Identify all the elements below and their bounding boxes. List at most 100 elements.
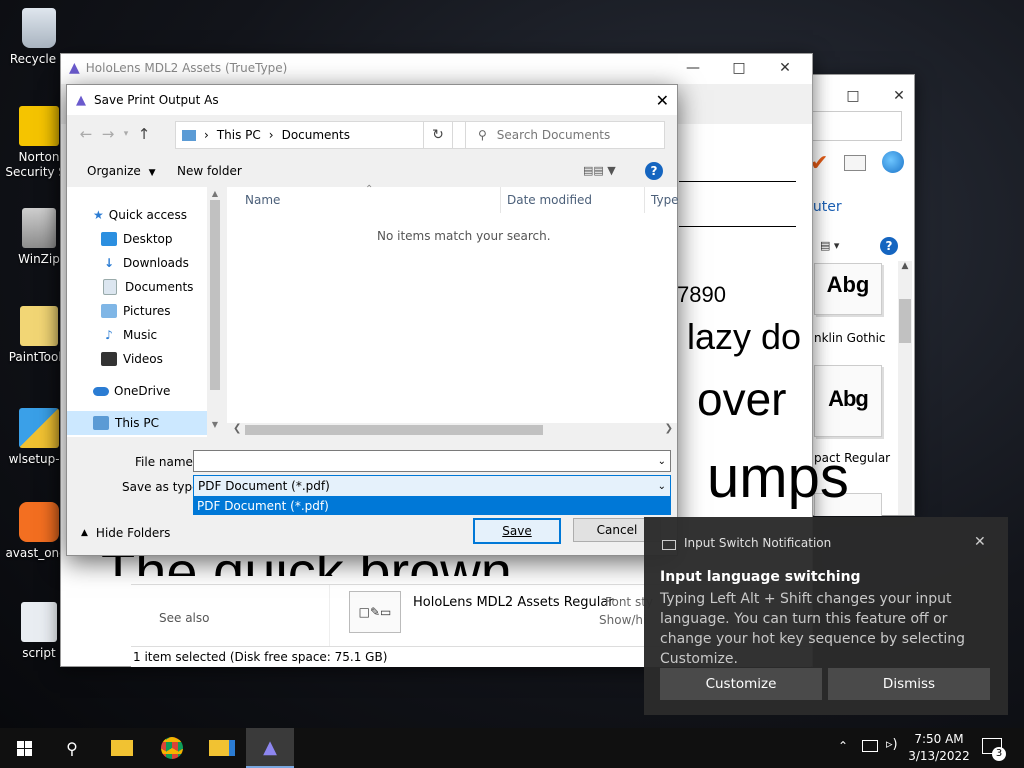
taskbar-onedrive-folder[interactable] [198,728,246,768]
chevron-up-icon: ▲ [81,528,88,538]
nav-music[interactable]: ♪ Music [67,323,223,347]
scroll-up-arrow[interactable]: ▲ [898,261,912,271]
maximize-button[interactable]: □ [716,54,762,82]
font-label: nklin Gothic [814,331,886,345]
file-explorer-icon [111,740,133,756]
taskbar-file-explorer[interactable] [98,728,146,768]
customize-label: Customize [705,676,777,692]
close-icon[interactable]: ✕ [974,534,986,550]
notification-toast: Input Switch Notification ✕ Input langua… [644,517,1008,715]
nav-pictures[interactable]: Pictures 📌 [67,299,223,323]
avast-icon [19,502,59,542]
search-input[interactable]: ⚲ Search Documents [465,121,665,149]
nav-videos[interactable]: Videos [67,347,223,371]
app-icon: ▲ [69,60,80,76]
breadcrumb-documents[interactable]: Documents [282,128,350,142]
column-header-type[interactable]: Type [651,193,679,207]
nav-label: Downloads [123,256,189,270]
scroll-down-arrow[interactable]: ▼ [207,420,223,429]
save-as-type-option[interactable]: PDF Document (*.pdf) [193,497,671,515]
close-button[interactable]: ✕ [656,91,669,110]
chevron-down-icon[interactable]: ⌄ [658,481,666,492]
minimize-button[interactable]: — [670,54,716,82]
new-folder-button[interactable]: New folder [177,164,242,178]
show-hidden-icons[interactable]: ⌃ [838,739,848,753]
search-button[interactable]: ⚲ [48,728,96,768]
view-icon[interactable]: ▤ ▾ [820,239,839,252]
scroll-up-arrow[interactable]: ▲ [207,189,223,198]
desktop-icon [101,232,117,246]
nav-label: This PC [115,416,159,430]
customize-button[interactable]: Customize [660,668,822,700]
fonts-search-box[interactable] [804,111,902,141]
font-tile[interactable]: Abg [814,365,882,437]
scroll-left-arrow[interactable]: ❮ [233,423,241,434]
nav-scrollbar[interactable]: ▲ ▼ [207,187,223,437]
organize-label: Organize [87,164,141,178]
this-pc-icon [93,416,109,430]
setup-shield-icon [19,408,59,448]
nav-quick-access[interactable]: ★ Quick access [67,203,223,227]
save-button[interactable]: Save [473,518,561,544]
taskbar-font-viewer[interactable]: ▲ [246,728,294,768]
dismiss-button[interactable]: Dismiss [828,668,990,700]
see-also-label: See also [159,611,210,625]
cloud-icon [93,386,109,396]
column-header-date-modified[interactable]: Date modified [507,193,592,207]
folder-cloud-icon [209,740,235,756]
dialog-title: Save Print Output As [94,93,219,107]
search-placeholder: Search Documents [496,128,611,142]
forward-arrow-icon[interactable]: → [97,125,119,143]
chevron-down-icon: ▼ [148,168,156,178]
back-arrow-icon[interactable]: ← [75,125,97,143]
column-header-name[interactable]: Name [245,193,280,207]
save-as-type-select[interactable]: PDF Document (*.pdf) ⌄ [193,475,671,497]
recent-chevron-icon[interactable]: ▾ [119,129,133,139]
app-icon: ▲ [76,92,86,108]
scrollbar-thumb[interactable] [899,299,911,343]
view-options-icon[interactable]: ▤▤ ▼ [583,164,616,177]
refresh-button[interactable]: ↻ [423,121,453,149]
scrollbar-thumb[interactable] [210,200,220,390]
scrollbar-thumb[interactable] [245,425,543,435]
clock[interactable]: 7:50 AM 3/13/2022 [904,731,974,765]
cancel-label: Cancel [596,523,638,537]
save-as-type-value: PDF Document (*.pdf) [198,479,330,493]
sort-arrow-icon: ⌃ [365,184,374,195]
maximize-button[interactable]: □ [830,81,876,111]
divider [679,226,796,227]
nav-this-pc[interactable]: This PC [67,411,207,435]
toast-title: Input language switching [660,569,861,585]
search-icon: ⚲ [66,738,78,758]
details-sep [329,585,330,647]
taskbar-chrome[interactable] [148,728,196,768]
nav-downloads[interactable]: ↓ Downloads 📌 [67,251,223,275]
window-title: HoloLens MDL2 Assets (TrueType) [85,61,288,75]
action-center-button[interactable]: 3 [982,738,1006,761]
horizontal-scrollbar[interactable]: ❮ ❯ [227,423,677,437]
start-button[interactable] [0,728,48,768]
nav-documents[interactable]: Documents 📌 [67,275,223,299]
up-arrow-icon[interactable]: ↑ [133,125,155,143]
help-icon[interactable]: ? [645,162,663,180]
font-tile[interactable]: Abg [814,263,882,315]
chevron-down-icon[interactable]: ⌄ [658,456,666,467]
close-button[interactable]: ✕ [876,81,922,111]
scrollbar[interactable]: ▲ [898,261,912,515]
sample-text: over [697,373,787,425]
star-icon: ★ [93,208,104,222]
option-label: PDF Document (*.pdf) [197,499,329,513]
file-name-input[interactable]: ⌄ [193,450,671,472]
network-icon[interactable] [862,740,878,752]
nav-desktop[interactable]: Desktop 📌 [67,227,223,251]
hide-folders-toggle[interactable]: ▲ Hide Folders [81,526,170,540]
scroll-right-arrow[interactable]: ❯ [665,423,673,434]
column-separator [644,187,645,213]
breadcrumb-this-pc[interactable]: This PC [217,128,261,142]
help-icon[interactable]: ? [880,237,898,255]
volume-icon[interactable]: ▹) [886,737,898,752]
close-button[interactable]: ✕ [762,54,808,82]
organize-menu[interactable]: Organize ▼ [87,164,156,178]
nav-onedrive[interactable]: OneDrive [67,379,223,403]
font-name: HoloLens MDL2 Assets Regular [413,595,614,610]
